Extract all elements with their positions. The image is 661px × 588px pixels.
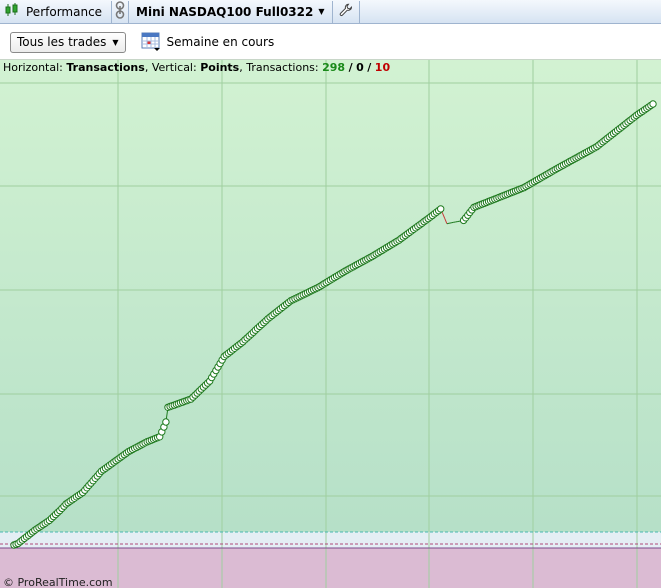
toolbar-divider	[128, 0, 130, 23]
count-separator: /	[348, 61, 353, 74]
horizontal-value: Transactions	[66, 61, 145, 74]
chevron-down-icon: ▼	[112, 37, 119, 47]
transactions-prefix: Transactions:	[246, 61, 319, 74]
period-selector[interactable]: Semaine en cours	[140, 30, 275, 55]
link-button[interactable]	[113, 0, 127, 24]
trades-filter-dropdown[interactable]: Tous les trades ▼	[10, 31, 126, 53]
chart-info: Horizontal: Transactions, Vertical: Poin…	[3, 61, 391, 74]
curve-segment	[450, 221, 454, 224]
winning-trades-count: 298	[322, 61, 346, 74]
trades-filter-value: Tous les trades	[17, 35, 107, 49]
instrument-selector[interactable]: Mini NASDAQ100 Full0322 ▼	[130, 0, 330, 24]
performance-tab[interactable]: Performance	[0, 0, 110, 24]
horizontal-prefix: Horizontal:	[3, 61, 63, 74]
performance-label: Performance	[26, 4, 103, 19]
toolbar-divider	[331, 0, 333, 23]
trade-marker	[649, 100, 657, 108]
chevron-down-icon: ▼	[318, 7, 325, 16]
calendar-icon[interactable]	[140, 30, 162, 55]
link-icon	[115, 0, 125, 23]
neutral-trades-count: 0	[356, 61, 364, 74]
top-toolbar: Performance Mini NASDAQ100 Full0322 ▼	[0, 0, 661, 24]
positive-zone	[0, 60, 661, 532]
vertical-value: Points	[200, 61, 240, 74]
trade-marker	[437, 205, 445, 213]
vertical-prefix: Vertical:	[151, 61, 197, 74]
candlestick-icon	[4, 2, 20, 21]
equity-curve-chart[interactable]	[0, 60, 661, 588]
wrench-icon	[339, 3, 353, 20]
zero-band	[0, 532, 661, 548]
toolbar-divider	[111, 0, 113, 23]
trade-marker	[162, 418, 170, 426]
count-separator: /	[367, 61, 372, 74]
toolbar-divider	[358, 0, 360, 23]
losing-trades-count: 10	[374, 61, 391, 74]
filter-bar: Tous les trades ▼ Semaine en cours	[0, 25, 661, 60]
settings-button[interactable]	[334, 0, 358, 24]
instrument-label: Mini NASDAQ100 Full0322	[136, 4, 314, 19]
copyright-footer: © ProRealTime.com	[3, 576, 113, 588]
period-label: Semaine en cours	[166, 35, 275, 49]
